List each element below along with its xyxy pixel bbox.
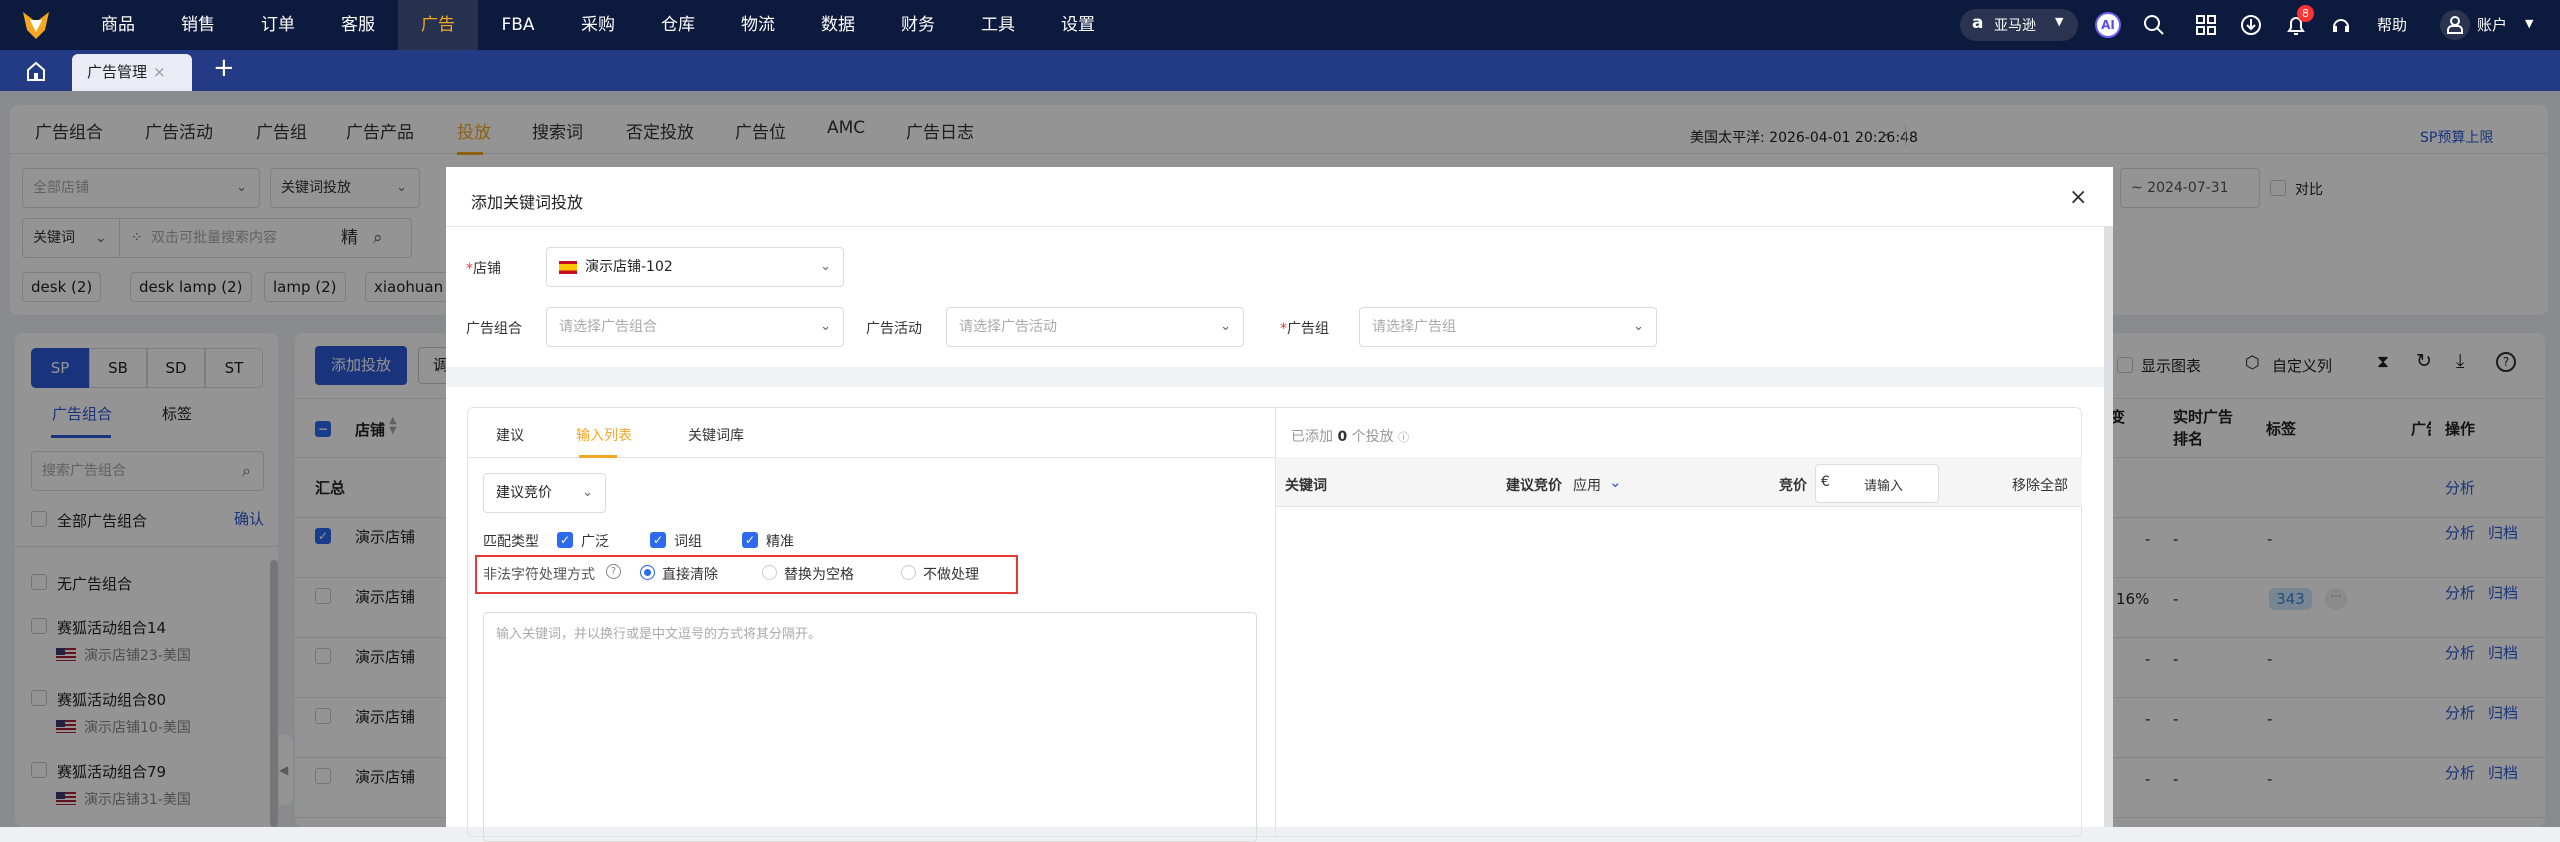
nav-item[interactable]: 仓库 bbox=[638, 0, 718, 50]
nav-item[interactable]: 设置 bbox=[1038, 0, 1118, 50]
caret-down-icon: ▼ bbox=[2055, 15, 2064, 28]
modal-title: 添加关键词投放 bbox=[471, 193, 584, 212]
match-type-label: 匹配类型 bbox=[483, 534, 539, 550]
platform-label: 亚马逊 bbox=[1994, 18, 2036, 34]
nav-item[interactable]: FBA bbox=[478, 0, 558, 50]
col-keyword: 关键词 bbox=[1285, 478, 1327, 494]
logo-icon bbox=[23, 12, 49, 39]
nav-item[interactable]: 采购 bbox=[558, 0, 638, 50]
headset-icon[interactable] bbox=[2330, 14, 2352, 36]
add-tab-button[interactable]: + bbox=[213, 53, 235, 83]
radio-no-handling-label: 不做处理 bbox=[923, 567, 979, 583]
tab-ad-management[interactable]: 广告管理 × bbox=[72, 54, 192, 91]
match-broad-checkbox[interactable]: ✓ bbox=[557, 532, 573, 548]
col-bid: 竞价 bbox=[1779, 478, 1807, 494]
home-icon[interactable] bbox=[25, 60, 47, 82]
nav-item[interactable]: 数据 bbox=[798, 0, 878, 50]
bid-type-select[interactable]: 建议竞价 ⌄ bbox=[483, 473, 606, 513]
add-keyword-targeting-modal: 添加关键词投放 × *店铺 演示店铺-102 ⌄ 广告组合 请选择广告组合 ⌄ 广告… bbox=[446, 167, 2113, 842]
tab-suggested[interactable]: 建议 bbox=[496, 425, 524, 445]
campaign-label: 广告活动 bbox=[866, 321, 922, 337]
keyword-textarea[interactable]: 输入关键词，并以换行或是中文逗号的方式将其分隔开。 bbox=[483, 612, 1257, 842]
bid-input[interactable]: € 请输入 bbox=[1815, 464, 1939, 503]
radio-remove-label: 直接清除 bbox=[662, 567, 718, 583]
modal-scrollbar[interactable] bbox=[2104, 227, 2113, 827]
notification-badge: 8 bbox=[2297, 5, 2314, 22]
bid-placeholder: 请输入 bbox=[1864, 479, 1904, 494]
nav-item[interactable]: 财务 bbox=[878, 0, 958, 50]
match-exact-label: 精准 bbox=[766, 534, 794, 550]
spain-flag-icon bbox=[559, 260, 577, 274]
close-tab-icon[interactable]: × bbox=[153, 63, 166, 81]
remove-all-button[interactable]: 移除全部 bbox=[2012, 475, 2068, 495]
amazon-icon: a bbox=[1972, 13, 1984, 33]
added-count-label: 已添加 0 个投放 ⓘ bbox=[1291, 429, 1410, 445]
nav-item[interactable]: 物流 bbox=[718, 0, 798, 50]
nav-item[interactable]: 销售 bbox=[158, 0, 238, 50]
illegal-char-label: 非法字符处理方式 bbox=[483, 567, 595, 583]
currency-symbol: € bbox=[1821, 474, 1830, 490]
radio-remove[interactable] bbox=[640, 565, 655, 580]
nav-item[interactable]: 客服 bbox=[318, 0, 398, 50]
search-icon[interactable] bbox=[2143, 14, 2165, 36]
nav-item[interactable]: 广告 bbox=[398, 0, 478, 50]
radio-replace-space[interactable] bbox=[762, 565, 777, 580]
download-icon[interactable] bbox=[2240, 14, 2262, 36]
campaign-select[interactable]: 请选择广告活动 ⌄ bbox=[946, 307, 1244, 347]
match-phrase-label: 词组 bbox=[674, 534, 702, 550]
nav-item[interactable]: 工具 bbox=[958, 0, 1038, 50]
nav-item[interactable]: 订单 bbox=[238, 0, 318, 50]
portfolio-select[interactable]: 请选择广告组合 ⌄ bbox=[546, 307, 844, 347]
added-table-header bbox=[1276, 457, 2082, 507]
close-icon[interactable]: × bbox=[2069, 185, 2087, 210]
adgroup-label: *广告组 bbox=[1280, 321, 1329, 337]
platform-selector[interactable]: a 亚马逊 ▼ bbox=[1960, 9, 2078, 41]
chevron-down-icon[interactable]: ⌄ bbox=[1609, 473, 1622, 491]
apply-suggested-bid[interactable]: 应用 bbox=[1573, 475, 1601, 495]
col-suggested-bid: 建议竞价 bbox=[1506, 478, 1562, 494]
ai-button[interactable]: AI bbox=[2095, 12, 2121, 38]
tab-keyword-library[interactable]: 关键词库 bbox=[688, 425, 744, 445]
avatar[interactable] bbox=[2440, 10, 2470, 40]
match-broad-label: 广泛 bbox=[581, 534, 609, 550]
help-link[interactable]: 帮助 bbox=[2377, 0, 2407, 50]
help-icon[interactable]: ? bbox=[606, 564, 621, 579]
tab-bar: 广告管理 × + bbox=[0, 50, 2560, 91]
store-select[interactable]: 演示店铺-102 ⌄ bbox=[546, 247, 844, 287]
radio-no-handling[interactable] bbox=[901, 565, 916, 580]
portfolio-label: 广告组合 bbox=[466, 321, 522, 337]
account-menu[interactable]: 账户 bbox=[2477, 0, 2507, 50]
tab-input-list[interactable]: 输入列表 bbox=[576, 425, 632, 445]
apps-grid-icon[interactable] bbox=[2195, 14, 2217, 36]
store-label: *店铺 bbox=[466, 261, 501, 277]
match-exact-checkbox[interactable]: ✓ bbox=[742, 532, 758, 548]
top-nav: 商品 销售 订单 客服 广告 FBA 采购 仓库 物流 数据 财务 工具 设置 a 亚马逊 ▼ AI 8… bbox=[0, 0, 2560, 50]
nav-item[interactable]: 商品 bbox=[78, 0, 158, 50]
caret-down-icon: ▼ bbox=[2525, 17, 2534, 30]
adgroup-select[interactable]: 请选择广告组 ⌄ bbox=[1359, 307, 1657, 347]
tab-label: 广告管理 bbox=[87, 63, 148, 81]
radio-replace-space-label: 替换为空格 bbox=[784, 567, 854, 583]
match-phrase-checkbox[interactable]: ✓ bbox=[650, 532, 666, 548]
